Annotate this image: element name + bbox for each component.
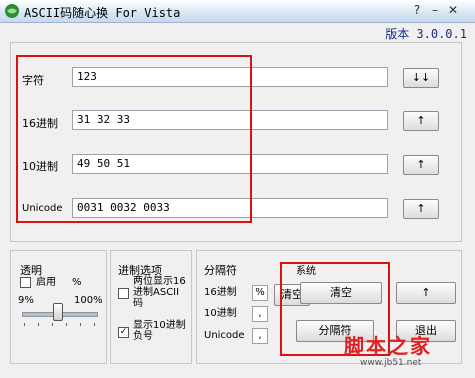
show-negative-checkbox[interactable]: ✓: [118, 327, 129, 338]
slider-tick: [38, 323, 39, 326]
help-icon[interactable]: ?: [410, 3, 424, 17]
minimize-icon[interactable]: –: [428, 3, 442, 17]
slider-tick: [24, 323, 25, 326]
version-label: 版本 3.0.0.1: [385, 27, 467, 41]
separator-dec-input[interactable]: ,: [252, 306, 268, 322]
separator-hex-label: 16进制: [204, 287, 237, 298]
app-logo-icon: [5, 4, 19, 18]
title-bar: ASCII码随心换 For Vista ? – ✕: [0, 0, 475, 23]
percent-sign: %: [72, 277, 82, 288]
unicode-convert-up-button[interactable]: ↑: [403, 199, 439, 219]
watermark-url: www.jb51.net: [360, 358, 422, 368]
slider-tick: [80, 323, 81, 326]
slider-min-label: 9%: [18, 295, 34, 306]
arrow-button[interactable]: ↑: [396, 282, 456, 304]
transparency-enable-label: 启用: [36, 277, 56, 288]
two-digit-hex-checkbox[interactable]: [118, 288, 129, 299]
separator-hex-input[interactable]: %: [252, 285, 268, 301]
dec-convert-up-button[interactable]: ↑: [403, 155, 439, 175]
close-icon[interactable]: ✕: [446, 3, 460, 17]
convert-down-button[interactable]: ↓↓: [403, 68, 439, 88]
separator-unicode-label: Unicode: [204, 330, 245, 341]
hex-convert-up-button[interactable]: ↑: [403, 111, 439, 131]
separator-dec-label: 10进制: [204, 308, 237, 319]
transparency-enable-checkbox[interactable]: [20, 277, 31, 288]
watermark-text: 脚本之家: [344, 334, 432, 358]
slider-max-label: 100%: [74, 295, 103, 306]
transparency-title: 透明: [20, 264, 42, 277]
window-title: ASCII码随心换 For Vista: [24, 6, 181, 20]
slider-tick: [94, 323, 95, 326]
slider-tick: [66, 323, 67, 326]
two-digit-hex-label: 两位显示16进制ASCII码: [133, 276, 186, 309]
separator-title: 分隔符: [204, 264, 237, 277]
transparency-slider-thumb[interactable]: [53, 303, 63, 321]
show-negative-label: 显示10进制负号: [133, 320, 186, 342]
highlight-frame-fields: [16, 55, 252, 223]
slider-tick: [52, 323, 53, 326]
separator-unicode-input[interactable]: ,: [252, 328, 268, 344]
